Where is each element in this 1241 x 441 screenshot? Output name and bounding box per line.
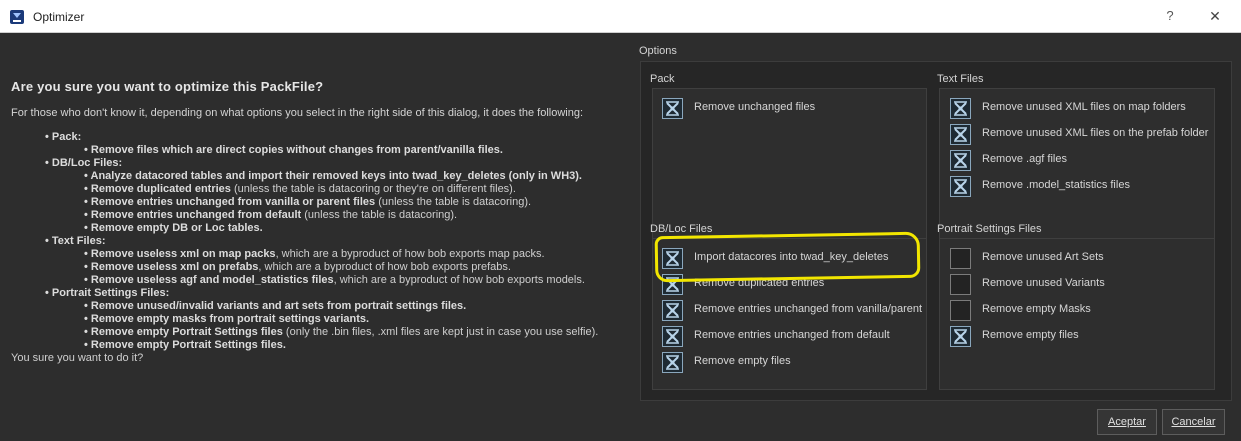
list-item: • Remove empty masks from portrait setti…: [84, 313, 370, 325]
checkbox-label: Remove unused XML files on map folders: [982, 101, 1186, 113]
checkbox-label: Remove unused Art Sets: [982, 251, 1104, 263]
help-button[interactable]: ?: [1160, 6, 1180, 26]
app-logo-icon: [9, 9, 25, 25]
dialog-body: Are you sure you want to optimize this P…: [0, 33, 1241, 441]
confirm-question: You sure you want to do it?: [11, 352, 144, 364]
group-title-text: Text Files: [937, 73, 984, 85]
checkbox-label: Remove empty files: [982, 329, 1079, 341]
checkbox-unchecked-icon[interactable]: [950, 274, 971, 295]
checkbox-checked-icon[interactable]: [950, 98, 971, 119]
checkbox-checked-icon[interactable]: [950, 326, 971, 347]
checkbox-label: Remove unused Variants: [982, 277, 1105, 289]
list-item: • Remove empty Portrait Settings files (…: [84, 326, 599, 338]
list-item: • Remove entries unchanged from vanilla …: [84, 196, 532, 208]
list-item: • Analyze datacored tables and import th…: [84, 170, 582, 182]
checkbox-checked-icon[interactable]: [662, 352, 683, 373]
section-title: • Text Files:: [45, 235, 106, 247]
list-item: • Remove files which are direct copies w…: [84, 144, 503, 156]
checkbox-label: Remove .agf files: [982, 153, 1067, 165]
checkbox-label: Remove entries unchanged from default: [694, 329, 890, 341]
checkbox-checked-icon[interactable]: [662, 98, 683, 119]
section-title: • DB/Loc Files:: [45, 157, 123, 169]
options-label: Options: [639, 45, 677, 57]
window-title: Optimizer: [33, 10, 85, 24]
checkbox-label: Remove unchanged files: [694, 101, 816, 113]
intro-text: For those who don't know it, depending o…: [11, 107, 584, 119]
checkbox-checked-icon[interactable]: [950, 124, 971, 145]
list-item: • Remove empty Portrait Settings files.: [84, 339, 286, 351]
group-title-db: DB/Loc Files: [650, 223, 713, 235]
checkbox-checked-icon[interactable]: [662, 300, 683, 321]
list-item: • Remove entries unchanged from default …: [84, 209, 458, 221]
close-button[interactable]: ✕: [1203, 6, 1227, 26]
group-title-pack: Pack: [650, 73, 675, 85]
list-item: • Remove useless agf and model_statistic…: [84, 274, 585, 286]
list-item: • Remove empty DB or Loc tables.: [84, 222, 263, 234]
list-item: • Remove useless xml on prefabs, which a…: [84, 261, 511, 273]
checkbox-label: Remove empty Masks: [982, 303, 1091, 315]
checkbox-label: Remove unused XML files on the prefab fo…: [982, 127, 1209, 139]
list-item: • Remove duplicated entries (unless the …: [84, 183, 516, 195]
title-bar: Optimizer ? ✕: [0, 0, 1241, 33]
explanation-panel: Are you sure you want to optimize this P…: [11, 79, 631, 364]
checkbox-checked-icon[interactable]: [950, 150, 971, 171]
accept-button[interactable]: Aceptar: [1097, 409, 1157, 435]
list-item: • Remove unused/invalid variants and art…: [84, 300, 467, 312]
checkbox-label: Remove empty files: [694, 355, 791, 367]
dialog-heading: Are you sure you want to optimize this P…: [11, 79, 324, 94]
checkbox-label: Remove .model_statistics files: [982, 179, 1130, 191]
section-title: • Portrait Settings Files:: [45, 287, 170, 299]
checkbox-unchecked-icon[interactable]: [950, 248, 971, 269]
checkbox-unchecked-icon[interactable]: [950, 300, 971, 321]
group-title-portrait: Portrait Settings Files: [937, 223, 1042, 235]
checkbox-label: Remove entries unchanged from vanilla/pa…: [694, 303, 923, 315]
checkbox-checked-icon[interactable]: [950, 176, 971, 197]
checkbox-checked-icon[interactable]: [662, 326, 683, 347]
cancel-button[interactable]: Cancelar: [1162, 409, 1225, 435]
section-title: • Pack:: [45, 131, 82, 143]
list-item: • Remove useless xml on map packs, which…: [84, 248, 545, 260]
highlight-annotation: [654, 231, 921, 283]
